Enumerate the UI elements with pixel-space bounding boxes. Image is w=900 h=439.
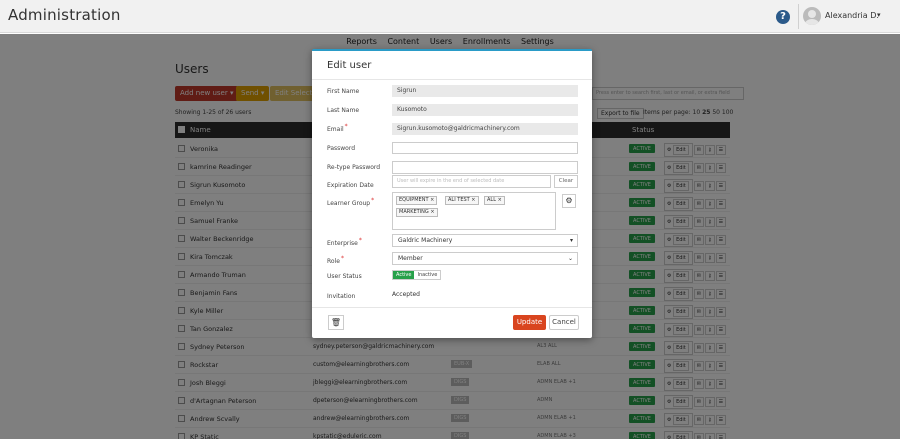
enterprise-select[interactable]: Galdric Machinery ▾ [392, 234, 578, 247]
user-status-toggle[interactable]: Active Inactive [392, 270, 442, 280]
chevron-down-icon: ⌄ [567, 255, 573, 262]
invitation-status: Accepted [392, 291, 420, 298]
chevron-down-icon: ▾ [569, 237, 573, 244]
retype-password-field[interactable] [392, 161, 578, 174]
last-name-field: Kusomoto [392, 104, 578, 116]
clear-date-button[interactable]: Clear [554, 175, 578, 188]
learner-group-select[interactable]: EQUIPMENT × ALI TEST × ALL × MARKETING × [392, 192, 556, 230]
group-chip[interactable]: EQUIPMENT × [396, 196, 438, 205]
role-label: Role* [327, 255, 344, 265]
group-chip[interactable]: ALL × [484, 196, 505, 205]
chevron-down-icon[interactable]: ▾ [877, 11, 881, 19]
retype-password-label: Re-type Password [327, 164, 381, 171]
role-value: Member [398, 255, 423, 262]
top-app-bar: Administration ? Alexandria D. ▾ [0, 0, 900, 33]
app-title: Administration [8, 6, 121, 24]
last-name-label: Last Name [327, 107, 360, 114]
role-select[interactable]: Member ⌄ [392, 252, 578, 265]
cancel-button[interactable]: Cancel [549, 315, 579, 330]
group-chip[interactable]: MARKETING × [396, 208, 438, 217]
enterprise-label: Enterprise* [327, 237, 362, 247]
update-button[interactable]: Update [513, 315, 546, 330]
question-circle-icon[interactable]: ? [776, 10, 790, 24]
expiration-date-field[interactable]: User will expire in the end of selected … [392, 175, 551, 188]
first-name-field: Sigrun [392, 85, 578, 97]
divider [798, 4, 799, 29]
divider [312, 79, 592, 80]
trash-icon[interactable]: 🗑 [328, 315, 344, 330]
email-field: Sigrun.kusomoto@galdricmachinery.com [392, 123, 578, 135]
enterprise-value: Galdric Machinery [398, 237, 453, 244]
user-menu-name[interactable]: Alexandria D. [825, 11, 879, 20]
first-name-label: First Name [327, 88, 360, 95]
divider [312, 307, 592, 308]
password-field[interactable] [392, 142, 578, 154]
avatar[interactable] [803, 7, 821, 25]
email-label: Email* [327, 123, 348, 133]
learner-group-label: Learner Group* [327, 197, 375, 207]
status-active-option[interactable]: Active [393, 271, 415, 279]
gear-icon[interactable]: ⚙ [562, 194, 576, 208]
user-status-label: User Status [327, 273, 362, 280]
edit-user-dialog: Edit user First Name Sigrun Last Name Ku… [312, 49, 592, 338]
group-chip[interactable]: ALI TEST × [445, 196, 479, 205]
expiration-date-label: Expiration Date [327, 182, 374, 189]
status-inactive-option[interactable]: Inactive [414, 271, 441, 279]
password-label: Password [327, 145, 356, 152]
invitation-label: Invitation [327, 293, 356, 300]
dialog-title: Edit user [327, 60, 372, 71]
